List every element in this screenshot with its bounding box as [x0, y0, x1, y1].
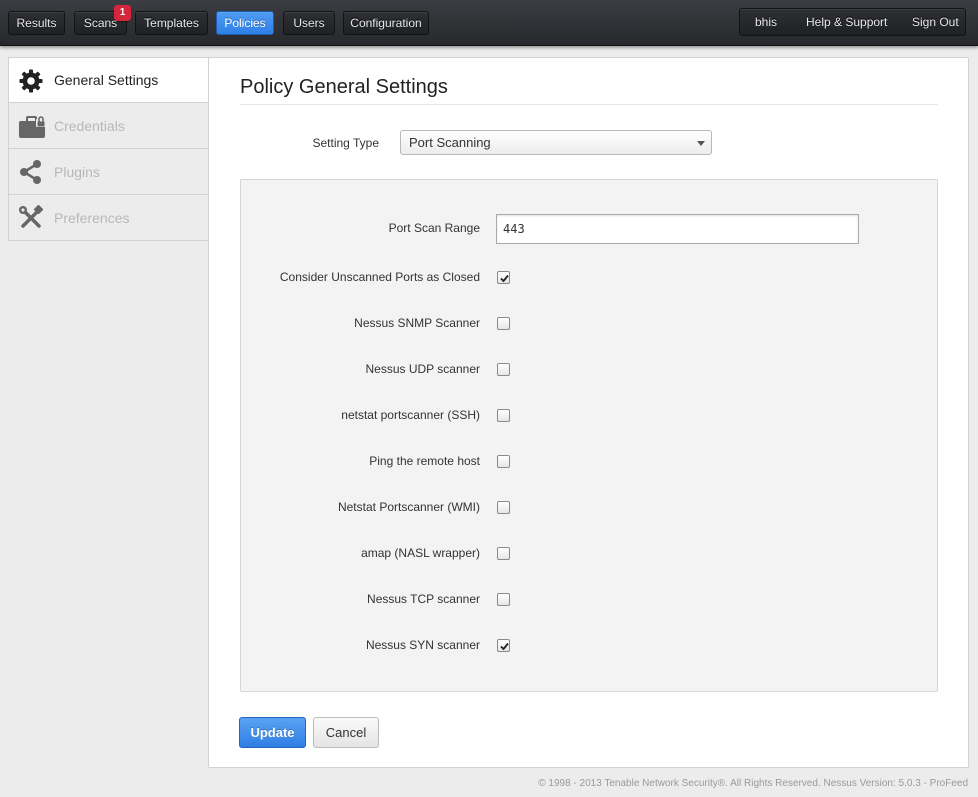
- option-checkbox[interactable]: [497, 501, 510, 514]
- chevron-down-icon: [697, 141, 705, 146]
- option-label: Ping the remote host: [369, 454, 480, 468]
- sidebar-item-label: General Settings: [54, 72, 159, 88]
- option-checkbox[interactable]: [497, 409, 510, 422]
- sidebar-item-general-settings[interactable]: General Settings: [8, 57, 209, 103]
- sidebar-item-label: Preferences: [54, 210, 130, 226]
- option-checkbox[interactable]: [497, 593, 510, 606]
- port-scan-range-input[interactable]: [496, 214, 859, 244]
- sidebar-item-label: Credentials: [54, 118, 125, 134]
- scans-count-badge: 1: [114, 5, 131, 21]
- checkmark-icon: [500, 642, 509, 651]
- sidebar-item-label: Plugins: [54, 164, 100, 180]
- nav-templates-button[interactable]: Templates: [135, 11, 208, 35]
- option-checkbox[interactable]: [497, 547, 510, 560]
- option-checkbox[interactable]: [497, 455, 510, 468]
- nav-results-button[interactable]: Results: [8, 11, 65, 35]
- port-scan-range-label: Port Scan Range: [388, 221, 480, 235]
- top-navigation-bar: Results Scans 1 Templates Policies Users…: [0, 0, 978, 46]
- user-menu-group: bhis Help & Support Sign Out: [739, 8, 966, 36]
- gear-icon: [18, 68, 44, 94]
- option-label: Consider Unscanned Ports as Closed: [279, 270, 480, 284]
- option-label: amap (NASL wrapper): [361, 546, 480, 560]
- setting-type-select[interactable]: Port Scanning: [400, 130, 712, 155]
- cancel-button[interactable]: Cancel: [313, 717, 379, 748]
- sidebar-item-preferences[interactable]: Preferences: [8, 195, 209, 241]
- help-support-link[interactable]: Help & Support: [806, 9, 887, 35]
- nav-users-button[interactable]: Users: [283, 11, 335, 35]
- checkmark-icon: [500, 274, 509, 283]
- briefcase-lock-icon: [18, 113, 46, 139]
- sign-out-link[interactable]: Sign Out: [912, 9, 959, 35]
- option-label: Nessus TCP scanner: [367, 592, 480, 606]
- main-panel: Policy General Settings Setting Type Por…: [208, 57, 969, 768]
- nav-configuration-button[interactable]: Configuration: [343, 11, 429, 35]
- footer-copyright: © 1998 - 2013 Tenable Network Security®.…: [538, 778, 968, 789]
- option-label: netstat portscanner (SSH): [341, 408, 480, 422]
- setting-type-label: Setting Type: [312, 136, 380, 150]
- option-checkbox[interactable]: [497, 271, 510, 284]
- option-label: Nessus SYN scanner: [365, 638, 480, 652]
- sidebar-item-plugins[interactable]: Plugins: [8, 149, 209, 195]
- policy-sidebar: General Settings Credentials Plugins Pre…: [8, 57, 209, 241]
- page-title: Policy General Settings: [240, 76, 448, 98]
- option-label: Nessus SNMP Scanner: [354, 316, 480, 330]
- title-divider: [240, 104, 938, 105]
- tools-icon: [18, 204, 44, 231]
- user-name-link[interactable]: bhis: [755, 9, 777, 35]
- option-checkbox[interactable]: [497, 639, 510, 652]
- nav-policies-button[interactable]: Policies: [216, 11, 274, 35]
- share-icon: [18, 159, 44, 185]
- settings-well: Port Scan Range Consider Unscanned Ports…: [240, 179, 938, 692]
- setting-type-value: Port Scanning: [409, 135, 491, 150]
- option-label: Nessus UDP scanner: [365, 362, 481, 376]
- sidebar-item-credentials[interactable]: Credentials: [8, 103, 209, 149]
- option-label: Netstat Portscanner (WMI): [337, 500, 480, 514]
- option-checkbox[interactable]: [497, 317, 510, 330]
- option-checkbox[interactable]: [497, 363, 510, 376]
- update-button[interactable]: Update: [239, 717, 306, 748]
